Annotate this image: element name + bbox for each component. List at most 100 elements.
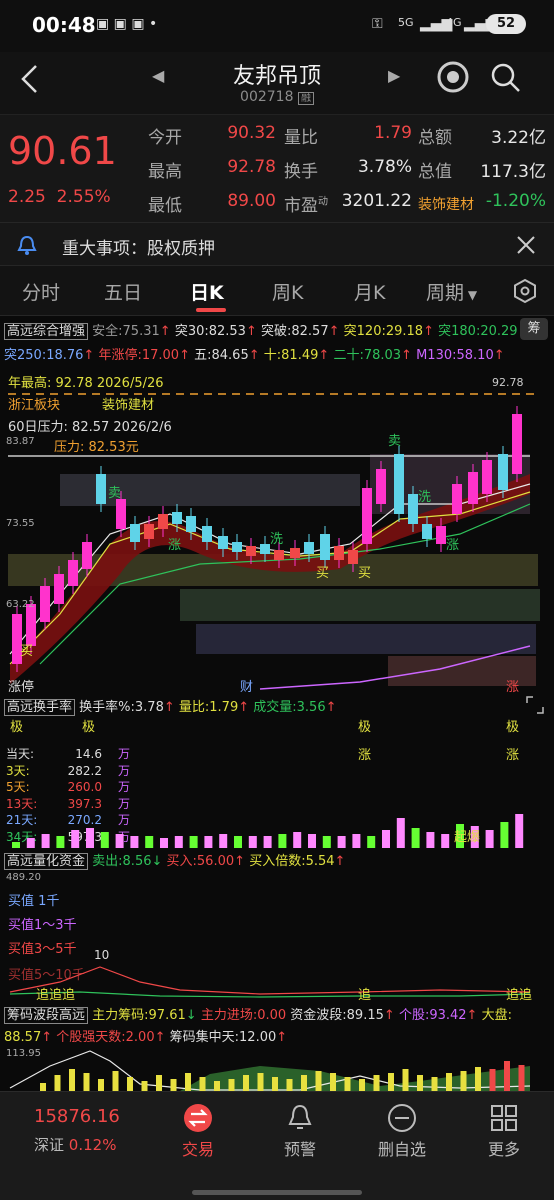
nav-alert[interactable]: 预警 bbox=[260, 1098, 340, 1168]
tab-five-day[interactable]: 五日 bbox=[104, 278, 142, 305]
volume-bar bbox=[219, 834, 228, 848]
notice-text: 重大事项：股权质押 bbox=[62, 239, 215, 259]
stock-name: 友邦吊顶 bbox=[232, 64, 321, 89]
search-icon[interactable] bbox=[490, 62, 522, 94]
chase-tag-2: 追 bbox=[358, 988, 372, 1003]
extreme-tag: 极 bbox=[10, 720, 24, 735]
dropdown-icon: ▼ bbox=[464, 288, 478, 302]
volume-bar bbox=[441, 834, 450, 848]
tr-val: 260.0 bbox=[67, 780, 102, 794]
buy-tag-2: 买 bbox=[316, 566, 330, 581]
volume-bar bbox=[86, 828, 94, 848]
ind-breakout: 突破:82.57 bbox=[261, 324, 329, 339]
chip-bar bbox=[475, 1067, 481, 1091]
chip-bar bbox=[141, 1081, 148, 1091]
nav-more[interactable]: 更多 bbox=[464, 1098, 544, 1168]
indicator-name[interactable]: 高远综合增强 bbox=[4, 323, 89, 340]
low-value: 89.00 bbox=[227, 191, 276, 211]
chip-bar bbox=[402, 1069, 409, 1091]
candle bbox=[172, 512, 182, 524]
chips-market: 88.57 bbox=[4, 1030, 42, 1045]
turnover-row: 当天: 14.6 万 bbox=[6, 746, 130, 763]
wash-tag: 洗 bbox=[270, 532, 284, 547]
volume-bar bbox=[485, 830, 494, 848]
turnover-name[interactable]: 高远换手率 bbox=[4, 699, 76, 716]
chase-tag: 追 bbox=[519, 988, 533, 1003]
settings-hex-icon[interactable] bbox=[512, 278, 538, 304]
extreme-tag-3: 极 bbox=[358, 720, 372, 735]
chip-bar bbox=[228, 1079, 235, 1091]
chip-bar bbox=[286, 1079, 293, 1091]
buy-tag-3: 买 bbox=[358, 566, 372, 581]
ind-year-zt: 年涨停:17.00 bbox=[98, 348, 180, 363]
candle bbox=[82, 542, 92, 569]
index-info[interactable]: 深证 0.12% bbox=[34, 1134, 116, 1155]
finance-tag: 财 bbox=[240, 680, 254, 695]
index-value[interactable]: 15876.16 bbox=[34, 1106, 120, 1127]
mascot-icon[interactable] bbox=[436, 60, 470, 94]
volume-bar bbox=[189, 836, 198, 848]
turnover-vol-ratio: 量比:1.79 bbox=[178, 700, 239, 715]
volume-bar bbox=[100, 832, 109, 848]
volume-bar bbox=[515, 814, 524, 848]
tab-monthly-k[interactable]: 月K bbox=[354, 278, 385, 305]
ind-ma5: 五:84.65 bbox=[194, 348, 249, 363]
capital-lines bbox=[9, 966, 531, 998]
nav-trade[interactable]: 交易 bbox=[158, 1098, 238, 1168]
nav-remove-label: 删自选 bbox=[377, 1140, 426, 1159]
ind-m130: M130:58.10 bbox=[416, 348, 494, 363]
capital-name[interactable]: 高远量化资金 bbox=[4, 853, 89, 870]
candle bbox=[482, 460, 492, 494]
volume-bar bbox=[426, 832, 435, 848]
ind-safe: 安全:75.31 bbox=[92, 324, 160, 339]
limit-up-tag: 涨停 bbox=[8, 680, 35, 695]
nav-remove-watch[interactable]: 删自选 bbox=[362, 1098, 442, 1168]
capital-y-top: 489.20 bbox=[6, 872, 41, 883]
y-low-label: 63.22 bbox=[6, 599, 35, 610]
candle bbox=[320, 534, 330, 560]
open-value: 90.32 bbox=[227, 123, 276, 143]
network-4g-icon: 4G bbox=[446, 16, 462, 29]
tab-intraday[interactable]: 分时 bbox=[22, 278, 60, 305]
chips-stock: 个股:93.42 bbox=[398, 1008, 467, 1023]
candle bbox=[394, 454, 404, 514]
chips-name[interactable]: 筹码波段高远 bbox=[4, 1007, 89, 1024]
chip-bar bbox=[417, 1075, 423, 1091]
close-notice-icon[interactable] bbox=[516, 235, 536, 255]
chip-bar bbox=[54, 1075, 61, 1091]
capital-buy: 买入:56.00 bbox=[166, 854, 235, 869]
pe-label-sup: 动 bbox=[318, 196, 328, 208]
candle bbox=[290, 548, 300, 558]
capital-buy-line bbox=[9, 966, 531, 995]
rise-tag-3: 涨 bbox=[506, 680, 520, 695]
chip-button[interactable]: 筹 bbox=[520, 318, 548, 340]
next-stock-icon[interactable]: ▶ bbox=[388, 66, 400, 85]
expand-icon[interactable] bbox=[524, 694, 546, 716]
volume-bar bbox=[396, 818, 405, 848]
volume-bar bbox=[234, 836, 242, 848]
volume-bar bbox=[56, 836, 65, 848]
tr-val: 282.2 bbox=[67, 763, 102, 778]
candle bbox=[334, 546, 344, 560]
chip-bar bbox=[489, 1069, 496, 1091]
volume-ratio-value: 1.79 bbox=[374, 123, 412, 143]
home-indicator bbox=[192, 1190, 362, 1195]
chip-bar bbox=[460, 1071, 467, 1091]
volume-bar bbox=[145, 836, 154, 848]
notice-bar[interactable]: 重大事项：股权质押 bbox=[0, 222, 554, 266]
sector-annot-b: 装饰建材 bbox=[102, 398, 155, 413]
candle bbox=[408, 494, 418, 524]
chase-tag: 追 bbox=[36, 988, 50, 1003]
sector-link[interactable]: 装饰建材 bbox=[418, 194, 474, 214]
tab-weekly-k[interactable]: 周K bbox=[272, 278, 303, 305]
chip-bar bbox=[359, 1079, 365, 1091]
tab-period[interactable]: 周期 ▼ bbox=[426, 278, 477, 305]
chips-band: 资金波段:89.15 bbox=[290, 1008, 384, 1023]
status-bar: 00:48 ▣ ▣ ▣ • ⚿ 5G ▂▄▆ 4G ▂▄▆ 52 bbox=[0, 0, 554, 52]
chart-area[interactable]: 高远综合增强 安全:75.31↑ 突30:82.53↑ 突破:82.57↑ 突1… bbox=[0, 316, 554, 1091]
tr-key: 3天: bbox=[6, 763, 30, 778]
candle bbox=[158, 514, 168, 529]
tab-daily-k[interactable]: 日K bbox=[190, 278, 224, 305]
chip-bar bbox=[69, 1069, 75, 1091]
chips-header: 筹码波段高远 主力筹码:97.61↓ 主力进场:0.00 资金波段:89.15↑… bbox=[4, 1004, 512, 1024]
